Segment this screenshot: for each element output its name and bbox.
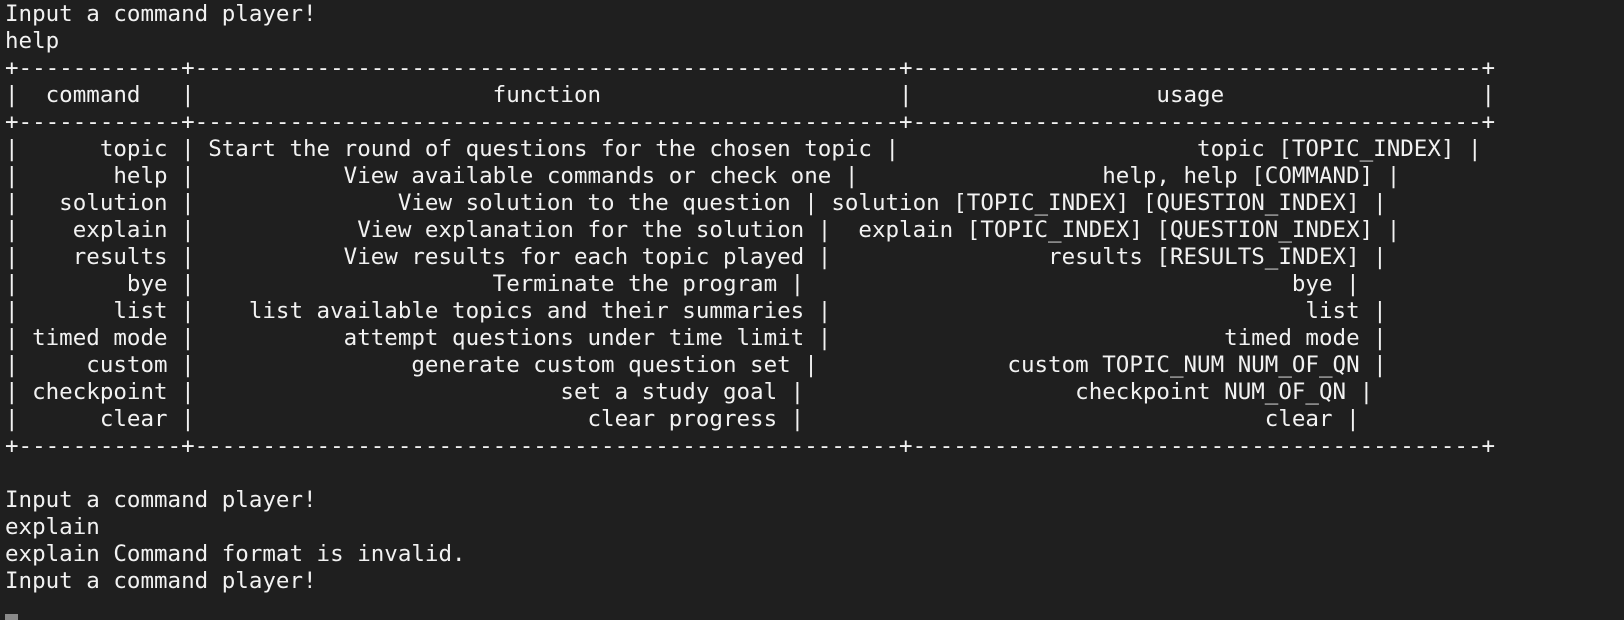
table-row: | custom | generate custom question set … — [5, 352, 1387, 378]
table-row: | checkpoint | set a study goal | checkp… — [5, 379, 1374, 405]
table-row: | help | View available commands or chec… — [5, 163, 1401, 189]
table-border-bottom: +------------+--------------------------… — [5, 433, 1496, 459]
table-row: | solution | View solution to the questi… — [5, 190, 1387, 216]
prompt-line: Input a command player! — [5, 568, 317, 594]
table-row: | bye | Terminate the program | bye | — [5, 271, 1360, 297]
user-input-line: help — [5, 28, 60, 54]
table-row: | list | list available topics and their… — [5, 298, 1387, 324]
prompt-line: Input a command player! — [5, 487, 317, 513]
table-header-row: | command | function | usage | — [5, 82, 1496, 108]
table-row: | topic | Start the round of questions f… — [5, 136, 1482, 162]
error-message: explain Command format is invalid. — [5, 541, 466, 567]
table-border-header: +------------+--------------------------… — [5, 109, 1496, 135]
table-border-top: +------------+--------------------------… — [5, 55, 1496, 81]
table-row: | explain | View explanation for the sol… — [5, 217, 1401, 243]
table-row: | results | View results for each topic … — [5, 244, 1387, 270]
table-row: | clear | clear progress | clear | — [5, 406, 1360, 432]
table-row: | timed mode | attempt questions under t… — [5, 325, 1387, 351]
user-input-line: explain — [5, 514, 100, 540]
prompt-line: Input a command player! — [5, 1, 317, 27]
terminal-window[interactable]: Input a command player! help +----------… — [0, 0, 1624, 620]
text-cursor[interactable] — [5, 614, 18, 620]
